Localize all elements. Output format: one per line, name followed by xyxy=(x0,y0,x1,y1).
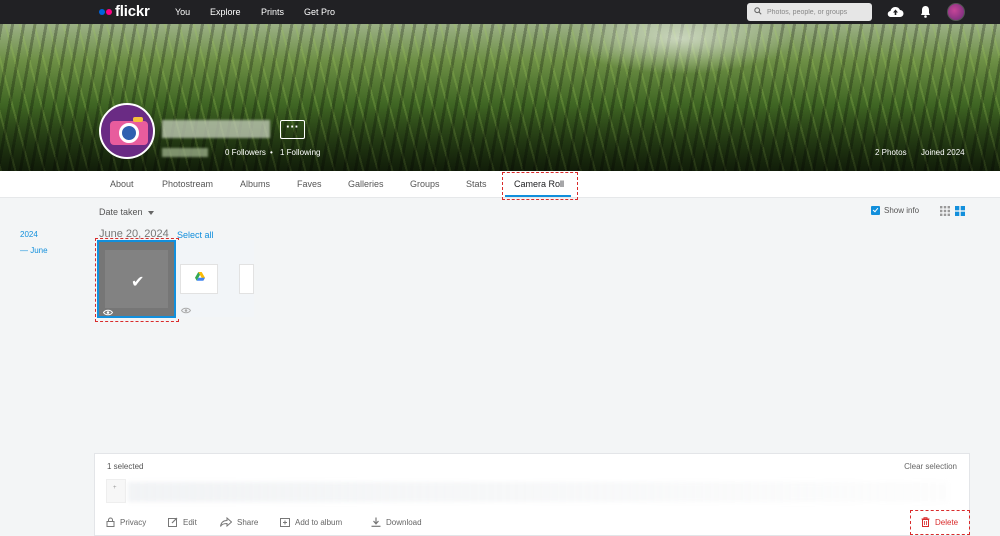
share-button[interactable]: Share xyxy=(220,517,258,527)
search-box[interactable] xyxy=(747,3,872,21)
select-all-link[interactable]: Select all xyxy=(177,230,214,240)
add-to-album-label: Add to album xyxy=(295,517,343,527)
grid-small-icon[interactable] xyxy=(940,206,950,216)
tab-faves[interactable]: Faves xyxy=(297,171,322,198)
add-to-album-button[interactable]: Add to album xyxy=(280,517,342,527)
joined-date: Joined 2024 xyxy=(921,148,965,157)
selected-count: 1 selected xyxy=(107,462,144,471)
show-info-checkbox[interactable] xyxy=(871,206,880,215)
sort-label: Date taken xyxy=(99,207,143,217)
selected-mini-thumbnail[interactable] xyxy=(106,479,126,503)
highlight-delete-button xyxy=(910,510,970,535)
nav-you[interactable]: You xyxy=(175,0,190,24)
flickr-logo[interactable]: flickr xyxy=(99,3,150,20)
profile-name-redacted xyxy=(162,120,270,138)
privacy-button[interactable]: Privacy xyxy=(106,517,146,527)
logo-dot-blue xyxy=(99,8,105,15)
highlight-selected-thumbnail xyxy=(95,238,179,322)
camera-lens-graphic xyxy=(119,123,139,143)
tab-photostream[interactable]: Photostream xyxy=(162,171,213,198)
add-to-album-icon xyxy=(280,518,290,527)
stat-separator: • xyxy=(270,148,273,157)
logo-dot-pink xyxy=(106,8,112,15)
camera-flash-graphic xyxy=(133,117,143,122)
share-icon xyxy=(220,517,232,527)
search-input[interactable] xyxy=(767,3,867,21)
profile-subnav: About Photostream Albums Faves Galleries… xyxy=(0,171,1000,198)
timeline-year[interactable]: 2024 xyxy=(20,230,38,239)
download-icon xyxy=(371,517,381,527)
top-navigation-bar: flickr You Explore Prints Get Pro xyxy=(0,0,1000,24)
tab-galleries[interactable]: Galleries xyxy=(348,171,384,198)
photos-count: 2 Photos xyxy=(875,148,907,157)
thumbnail-card xyxy=(180,264,218,294)
tab-albums[interactable]: Albums xyxy=(240,171,270,198)
search-icon xyxy=(754,7,762,15)
profile-more-button[interactable]: ··· xyxy=(280,120,305,139)
following-count[interactable]: 1 Following xyxy=(280,148,320,157)
selected-tray-blur xyxy=(128,482,948,502)
chevron-down-icon xyxy=(147,210,154,215)
nav-explore[interactable]: Explore xyxy=(210,0,241,24)
edit-button[interactable]: Edit xyxy=(168,517,197,527)
privacy-label: Privacy xyxy=(120,517,147,527)
grid-large-icon[interactable] xyxy=(955,206,965,216)
profile-avatar[interactable] xyxy=(99,103,155,159)
edit-label: Edit xyxy=(183,517,197,527)
tab-about[interactable]: About xyxy=(110,171,134,198)
tab-stats[interactable]: Stats xyxy=(466,171,487,198)
eye-icon xyxy=(181,307,191,314)
followers-count[interactable]: 0 Followers xyxy=(225,148,266,157)
download-label: Download xyxy=(386,517,422,527)
user-avatar[interactable] xyxy=(947,3,965,21)
download-button[interactable]: Download xyxy=(371,517,422,527)
google-drive-icon xyxy=(195,272,205,281)
clear-selection-link[interactable]: Clear selection xyxy=(904,462,957,471)
lock-icon xyxy=(106,517,115,527)
show-info-label[interactable]: Show info xyxy=(884,206,919,215)
highlight-camera-roll xyxy=(502,172,578,200)
photo-thumbnail[interactable] xyxy=(177,240,254,317)
upload-cloud-icon[interactable] xyxy=(887,5,904,18)
sort-dropdown[interactable]: Date taken xyxy=(99,207,154,217)
cover-shade xyxy=(0,24,1000,171)
selection-panel: 1 selected Clear selection Privacy Edit … xyxy=(94,453,970,536)
nav-prints[interactable]: Prints xyxy=(261,0,284,24)
nav-get-pro[interactable]: Get Pro xyxy=(304,0,335,24)
thumbnail-card-partial xyxy=(239,264,254,294)
timeline-month[interactable]: — June xyxy=(20,246,48,255)
bell-icon[interactable] xyxy=(920,5,931,18)
tab-groups[interactable]: Groups xyxy=(410,171,440,198)
edit-icon xyxy=(168,517,178,527)
logo-text: flickr xyxy=(115,3,150,20)
profile-username-redacted xyxy=(162,148,208,157)
share-label: Share xyxy=(237,517,259,527)
